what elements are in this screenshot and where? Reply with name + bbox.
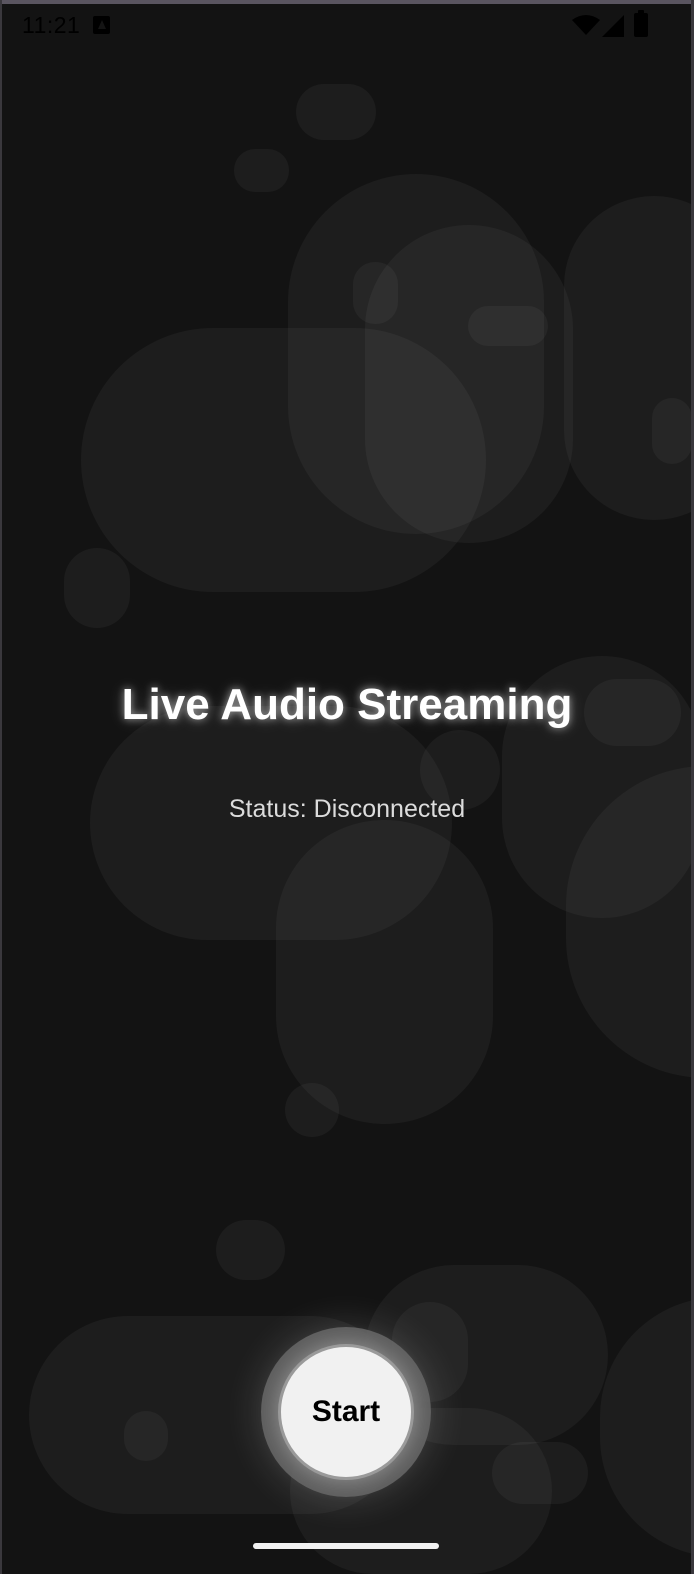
start-button[interactable]: Start [278, 1344, 414, 1480]
background-blob [64, 548, 130, 628]
wifi-icon [572, 15, 600, 35]
status-bar-time: 11:21 [22, 12, 81, 38]
background-blob [296, 84, 376, 140]
cell-signal-icon [602, 15, 624, 37]
background-blob [81, 328, 486, 592]
connection-status: Status: Disconnected [228, 795, 466, 823]
background-blob [124, 1411, 168, 1461]
alert-triangle-icon [93, 16, 110, 34]
background-blob [492, 1442, 588, 1504]
background-blob [652, 398, 692, 464]
gesture-navigation-bar[interactable] [253, 1543, 439, 1549]
background-blob [468, 306, 548, 346]
page-title: Live Audio Streaming [121, 680, 573, 729]
background-blob [216, 1220, 285, 1280]
background-blob [276, 820, 493, 1124]
battery-icon [634, 10, 648, 37]
background-blob [600, 1297, 694, 1557]
status-bar: 11:21 [0, 4, 694, 48]
window-frame-left [0, 0, 2, 1574]
background-blob [353, 262, 398, 324]
background-blob [234, 149, 289, 192]
app-screen: 11:21 Live Audio Streaming Status: Disco… [0, 0, 694, 1574]
background-blob [285, 1083, 339, 1137]
background-blob [564, 196, 694, 520]
